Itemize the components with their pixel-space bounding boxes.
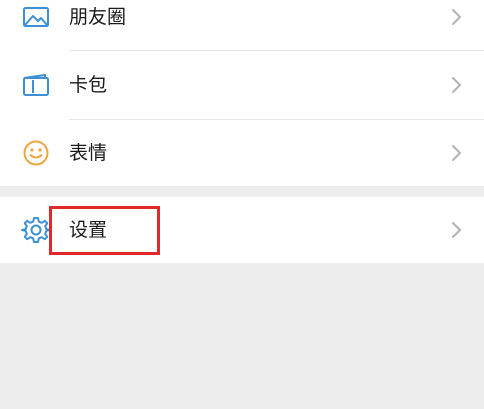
chevron-right-icon [450,7,464,27]
menu-item-moments[interactable]: 朋友圈 [0,0,484,50]
chevron-right-icon [450,220,464,240]
chevron-right-icon [450,75,464,95]
chevron-right-icon [450,143,464,163]
menu-item-label: 卡包 [69,74,108,96]
menu-item-label: 表情 [69,142,108,164]
menu-section-main: 朋友圈 卡包 表情 [0,0,484,186]
card-wallet-icon [20,69,52,101]
moments-image-icon [20,1,52,33]
menu-item-label: 朋友圈 [69,6,127,28]
smiley-face-icon [20,137,52,169]
menu-item-card-wallet[interactable]: 卡包 [0,51,484,119]
gear-icon [20,214,52,246]
highlight-box [49,206,160,255]
menu-item-stickers[interactable]: 表情 [0,120,484,186]
